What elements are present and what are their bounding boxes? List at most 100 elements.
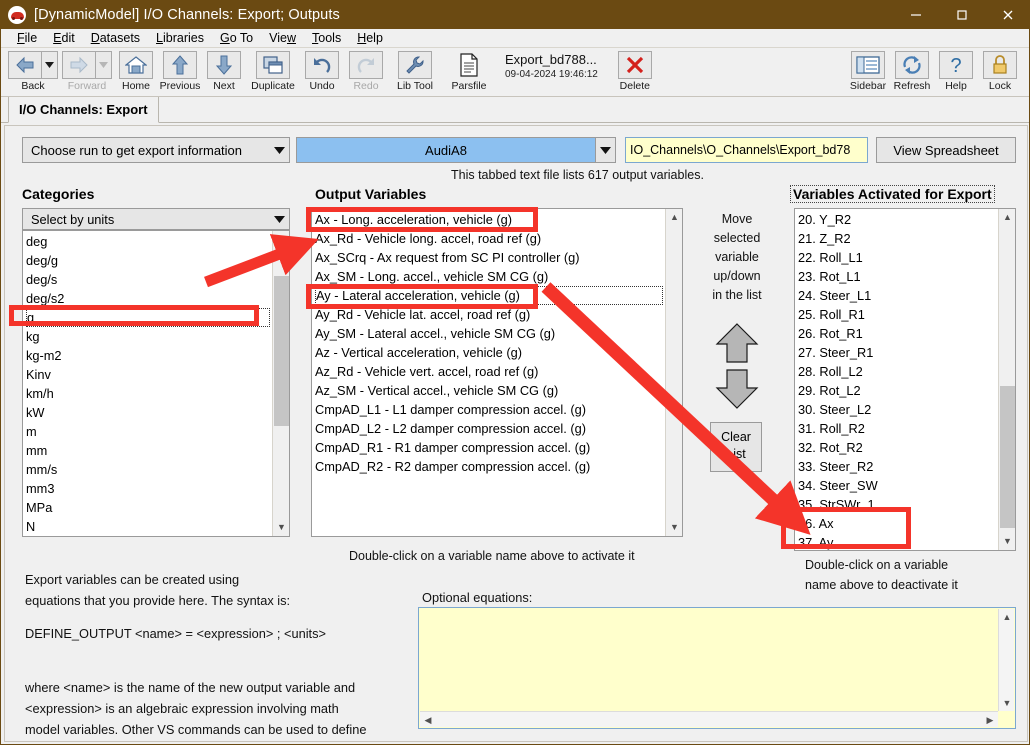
output-variables-scrollbar[interactable]: ▲ ▼ — [665, 209, 682, 536]
output-variable-list-item[interactable]: Ay_SM - Lateral accel., vehicle SM CG (g… — [315, 324, 665, 343]
scroll-up-icon[interactable]: ▲ — [999, 609, 1015, 625]
activated-variable-list-item[interactable]: 30. Steer_L2 — [798, 400, 998, 419]
chevron-down-icon[interactable] — [595, 138, 615, 162]
categories-list-item[interactable]: deg/s — [26, 270, 272, 289]
categories-list-item[interactable]: g — [26, 308, 270, 327]
activated-variable-list-item[interactable]: 29. Rot_L2 — [798, 381, 998, 400]
equations-horizontal-scrollbar[interactable]: ◀ ▶ — [420, 711, 998, 727]
categories-listbox[interactable]: deg deg/g deg/s deg/s2 g kg kg-m2 Kinv km/h kW m mm… — [22, 230, 290, 537]
down-arrow-icon[interactable] — [207, 51, 241, 79]
activated-variable-list-item[interactable]: 23. Rot_L1 — [798, 267, 998, 286]
menu-datasets[interactable]: Datasets — [83, 31, 148, 45]
categories-list-item[interactable]: kg — [26, 327, 272, 346]
categories-scrollbar[interactable]: ▲ ▼ — [272, 231, 289, 536]
activated-variables-listbox[interactable]: 20. Y_R2 21. Z_R2 22. Roll_L1 23. Rot_L1 24.… — [794, 208, 1016, 551]
scroll-down-icon[interactable]: ▼ — [999, 695, 1015, 711]
output-variable-list-item[interactable]: Ax_SM - Long. accel., vehicle SM CG (g) — [315, 267, 665, 286]
categories-list-item[interactable]: mm — [26, 441, 272, 460]
activated-variable-list-item[interactable]: 33. Steer_R2 — [798, 457, 998, 476]
scroll-down-icon[interactable]: ▼ — [666, 519, 682, 536]
categories-list-item[interactable]: deg/g — [26, 251, 272, 270]
categories-list-item[interactable]: mm3 — [26, 479, 272, 498]
refresh-button[interactable]: Refresh — [891, 51, 933, 92]
run-chooser-dropdown[interactable]: Choose run to get export information — [22, 137, 290, 163]
output-variables-listbox[interactable]: Ax - Long. acceleration, vehicle (g) Ax_R… — [311, 208, 683, 537]
output-variable-list-item[interactable]: Az_SM - Vertical accel., vehicle SM CG (… — [315, 381, 665, 400]
equations-vertical-scrollbar[interactable]: ▲ ▼ — [998, 609, 1014, 711]
activated-variable-list-item[interactable]: 24. Steer_L1 — [798, 286, 998, 305]
lib-tool-button[interactable]: Lib Tool — [389, 51, 441, 92]
menu-goto[interactable]: Go To — [212, 31, 261, 45]
parsfile-button[interactable]: Parsfile — [443, 51, 495, 92]
categories-select-by-units-dropdown[interactable]: Select by units — [22, 208, 290, 230]
move-up-button[interactable] — [714, 322, 760, 369]
categories-list-item[interactable]: deg — [26, 232, 272, 251]
copy-windows-icon[interactable] — [256, 51, 290, 79]
maximize-button[interactable] — [939, 1, 985, 29]
activated-variable-list-item[interactable]: 20. Y_R2 — [798, 210, 998, 229]
activated-variable-list-item[interactable]: 28. Roll_L2 — [798, 362, 998, 381]
back-button[interactable]: Back — [7, 51, 59, 92]
activated-variable-list-item[interactable]: 26. Rot_R1 — [798, 324, 998, 343]
categories-list-item[interactable]: MPa — [26, 498, 272, 517]
categories-list-item[interactable]: kg-m2 — [26, 346, 272, 365]
wrench-icon[interactable] — [398, 51, 432, 79]
activated-variable-list-item[interactable]: 27. Steer_R1 — [798, 343, 998, 362]
scroll-right-icon[interactable]: ▶ — [982, 712, 998, 728]
question-mark-icon[interactable]: ? — [939, 51, 973, 79]
move-down-button[interactable] — [714, 368, 760, 415]
scroll-down-icon[interactable]: ▼ — [273, 519, 289, 536]
help-button[interactable]: ? Help — [935, 51, 977, 92]
menu-view[interactable]: View — [261, 31, 304, 45]
menu-help[interactable]: Help — [349, 31, 391, 45]
activated-variable-list-item[interactable]: 34. Steer_SW — [798, 476, 998, 495]
back-dropdown-icon[interactable] — [42, 51, 58, 79]
duplicate-button[interactable]: Duplicate — [247, 51, 299, 92]
output-variable-list-item[interactable]: Ax_Rd - Vehicle long. accel, road ref (g… — [315, 229, 665, 248]
home-icon[interactable] — [119, 51, 153, 79]
document-icon[interactable] — [452, 51, 486, 79]
output-variable-list-item[interactable]: CmpAD_R2 - R2 damper compression accel. … — [315, 457, 665, 476]
categories-list-item[interactable]: Kinv — [26, 365, 272, 384]
scroll-thumb[interactable] — [1000, 386, 1015, 528]
padlock-icon[interactable] — [983, 51, 1017, 79]
categories-list-item[interactable]: kW — [26, 403, 272, 422]
menu-edit[interactable]: Edit — [45, 31, 83, 45]
menu-file[interactable]: File — [9, 31, 45, 45]
home-button[interactable]: Home — [115, 51, 157, 92]
activated-variable-list-item[interactable]: 31. Roll_R2 — [798, 419, 998, 438]
scroll-down-icon[interactable]: ▼ — [999, 533, 1015, 550]
optional-equations-textarea[interactable]: ▲ ▼ ◀ ▶ — [418, 607, 1016, 729]
up-arrow-icon[interactable] — [163, 51, 197, 79]
activated-variables-scrollbar[interactable]: ▲ ▼ — [998, 209, 1015, 550]
tab-io-channels-export[interactable]: I/O Channels: Export — [8, 97, 159, 123]
sidebar-button[interactable]: Sidebar — [847, 51, 889, 92]
sidebar-icon[interactable] — [851, 51, 885, 79]
scroll-up-icon[interactable]: ▲ — [666, 209, 682, 226]
next-button[interactable]: Next — [203, 51, 245, 92]
view-spreadsheet-button[interactable]: View Spreadsheet — [876, 137, 1016, 163]
output-variable-list-item[interactable]: Az - Vertical acceleration, vehicle (g) — [315, 343, 665, 362]
output-variable-list-item[interactable]: CmpAD_L2 - L2 damper compression accel. … — [315, 419, 665, 438]
activated-variable-list-item[interactable]: 22. Roll_L1 — [798, 248, 998, 267]
run-name-dropdown[interactable]: AudiA8 — [296, 137, 616, 163]
output-variable-list-item[interactable]: CmpAD_R1 - R1 damper compression accel. … — [315, 438, 665, 457]
activated-variable-list-item[interactable]: 25. Roll_R1 — [798, 305, 998, 324]
activated-variable-list-item[interactable]: 21. Z_R2 — [798, 229, 998, 248]
categories-list-item[interactable]: mm/s — [26, 460, 272, 479]
refresh-icon[interactable] — [895, 51, 929, 79]
scroll-thumb[interactable] — [274, 276, 289, 426]
output-variable-list-item[interactable]: Az_Rd - Vehicle vert. accel, road ref (g… — [315, 362, 665, 381]
red-x-icon[interactable] — [617, 51, 652, 79]
categories-list-item[interactable]: deg/s2 — [26, 289, 272, 308]
output-variable-list-item[interactable]: CmpAD_L1 - L1 damper compression accel. … — [315, 400, 665, 419]
output-variable-list-item[interactable]: Ax - Long. acceleration, vehicle (g) — [315, 210, 665, 229]
categories-list-item[interactable]: km/h — [26, 384, 272, 403]
lock-button[interactable]: Lock — [979, 51, 1021, 92]
delete-button[interactable]: Delete — [614, 51, 656, 92]
output-variable-list-item[interactable]: Ay_Rd - Vehicle lat. accel, road ref (g) — [315, 305, 665, 324]
categories-list-item[interactable]: m — [26, 422, 272, 441]
activated-variable-list-item[interactable]: 35. StrSWr_1 — [798, 495, 998, 514]
close-button[interactable] — [985, 1, 1029, 29]
categories-list-item[interactable]: N — [26, 517, 272, 536]
